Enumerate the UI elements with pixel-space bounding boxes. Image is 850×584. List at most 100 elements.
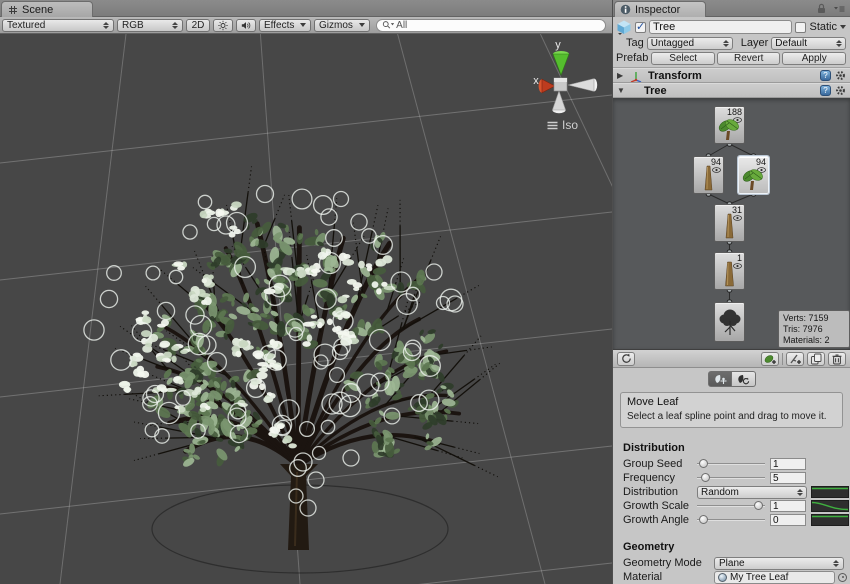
growth-scale-curve-preview[interactable]	[811, 500, 849, 512]
duplicate-icon	[810, 353, 822, 365]
duplicate-node-button[interactable]	[807, 352, 825, 366]
static-options-caret[interactable]	[840, 25, 846, 29]
gizmos-dropdown[interactable]: Gizmos	[314, 19, 370, 32]
transform-axes-icon	[630, 70, 642, 82]
render-mode-dropdown[interactable]: RGB	[117, 19, 183, 32]
rotate-leaf-tool-button[interactable]	[732, 371, 756, 387]
distribution-curve-preview[interactable]	[811, 486, 849, 498]
growth-angle-label: Growth Angle	[623, 514, 697, 526]
add-leaf-group-button[interactable]	[761, 352, 779, 366]
tab-inspector[interactable]: Inspector	[614, 1, 706, 17]
material-label: Material	[623, 571, 714, 583]
branch-node-icon	[723, 261, 736, 287]
node-leaf-group-188[interactable]: 188	[714, 106, 745, 144]
growth-angle-slider[interactable]	[697, 514, 765, 526]
tool-hint-text: Select a leaf spline point and drag to m…	[627, 411, 836, 422]
geometry-mode-dropdown[interactable]: Plane	[714, 557, 844, 570]
lock-icon[interactable]	[817, 3, 826, 14]
geometry-mode-label: Geometry Mode	[623, 557, 714, 569]
dropdown-arrows-icon	[833, 560, 839, 567]
branch-node-icon	[703, 165, 715, 191]
unity-editor-window: Scene Textured RGB 2D	[0, 0, 850, 584]
distribution-section: Distribution Group Seed 1 Frequency 5 Di…	[613, 442, 850, 527]
object-picker-icon[interactable]	[838, 573, 847, 582]
scene-viewport[interactable]: y x Iso	[0, 34, 612, 584]
node-branch-group-94[interactable]: 94	[693, 156, 724, 194]
foldout-collapsed-icon[interactable]: ▶	[617, 71, 626, 80]
gear-icon[interactable]	[835, 70, 846, 81]
layer-label: Layer	[741, 37, 769, 49]
scene-pane: Scene Textured RGB 2D	[0, 0, 612, 584]
toggle-2d-button[interactable]: 2D	[186, 19, 210, 32]
gameobject-header: Static Tag Untagged Layer Default Prefab…	[613, 17, 850, 68]
inspector-icon	[620, 4, 631, 15]
active-checkbox[interactable]	[635, 22, 646, 33]
prefab-select-button[interactable]: Select	[651, 52, 715, 65]
dropdown-arrows-icon	[103, 22, 109, 29]
delete-node-button[interactable]	[828, 352, 846, 366]
material-object-field[interactable]: My Tree Leaf	[714, 571, 835, 584]
gizmo-y-label: y	[555, 39, 561, 51]
gear-icon[interactable]	[835, 85, 846, 96]
dropdown-arrows-icon	[172, 22, 178, 29]
prefab-revert-button[interactable]: Revert	[717, 52, 781, 65]
node-tree-root[interactable]	[714, 302, 745, 342]
shading-mode-dropdown[interactable]: Textured	[2, 19, 114, 32]
add-branch-group-button[interactable]	[786, 352, 804, 366]
scene-toolbar: Textured RGB 2D	[0, 17, 612, 34]
search-input[interactable]	[396, 20, 600, 31]
transform-component-header[interactable]: ▶ Transform ?	[613, 68, 850, 83]
tree-component-header[interactable]: ▼ Tree ?	[613, 83, 850, 98]
help-icon[interactable]: ?	[820, 85, 831, 96]
tag-dropdown[interactable]: Untagged	[647, 37, 733, 50]
distribution-mode-dropdown[interactable]: Random	[697, 486, 807, 499]
gameobject-name-input[interactable]	[649, 20, 792, 34]
tree-node-graph[interactable]: 188 94	[613, 98, 850, 350]
growth-scale-value[interactable]: 1	[770, 500, 806, 512]
growth-scale-slider[interactable]	[697, 500, 765, 512]
group-seed-slider[interactable]	[697, 458, 765, 470]
group-seed-value[interactable]: 1	[770, 458, 806, 470]
audio-toggle-button[interactable]	[236, 19, 256, 32]
tool-hint-box: Move Leaf Select a leaf spline point and…	[620, 392, 843, 428]
speaker-icon	[241, 20, 251, 31]
help-icon[interactable]: ?	[820, 70, 831, 81]
refresh-button[interactable]	[617, 352, 635, 366]
orientation-gizmo[interactable]: y x	[514, 38, 600, 116]
growth-angle-curve-preview[interactable]	[811, 514, 849, 526]
add-leaf-icon	[764, 353, 777, 365]
growth-angle-value[interactable]: 0	[770, 514, 806, 526]
tag-label: Tag	[626, 37, 644, 49]
graph-toolbar	[613, 350, 850, 368]
sun-icon	[218, 20, 228, 31]
geometry-section: Geometry Geometry Mode Plane Material My…	[613, 541, 850, 584]
static-checkbox[interactable]	[795, 22, 806, 33]
layer-dropdown[interactable]: Default	[771, 37, 846, 50]
distribution-title: Distribution	[623, 442, 850, 457]
frequency-value[interactable]: 5	[770, 472, 806, 484]
projection-mode-label[interactable]: Iso	[547, 118, 578, 132]
search-icon	[382, 20, 394, 30]
tab-scene[interactable]: Scene	[1, 1, 93, 17]
scene-search-field[interactable]	[376, 19, 606, 32]
move-leaf-tool-button[interactable]	[708, 371, 732, 387]
node-leaf-group-94-selected[interactable]: 94	[738, 156, 769, 194]
lighting-toggle-button[interactable]	[213, 19, 233, 32]
node-branch-group-1[interactable]: 1	[714, 252, 745, 290]
distribution-mode-label: Distribution	[623, 486, 697, 498]
dropdown-arrows-icon	[723, 40, 729, 47]
foldout-expanded-icon[interactable]: ▼	[617, 86, 626, 95]
transform-title: Transform	[648, 70, 816, 82]
node-branch-group-31[interactable]: 31	[714, 204, 745, 242]
leaf-node-icon	[742, 166, 764, 191]
prefab-apply-button[interactable]: Apply	[782, 52, 846, 65]
scene-tab-label: Scene	[22, 4, 53, 16]
growth-scale-label: Growth Scale	[623, 500, 697, 512]
tree-render	[0, 34, 612, 584]
frequency-slider[interactable]	[697, 472, 765, 484]
iso-lines-icon	[547, 121, 558, 130]
cube-icon[interactable]	[616, 19, 632, 35]
tab-menu-icon[interactable]	[833, 4, 845, 14]
effects-dropdown[interactable]: Effects	[259, 19, 311, 32]
caret-down-icon	[300, 23, 306, 27]
